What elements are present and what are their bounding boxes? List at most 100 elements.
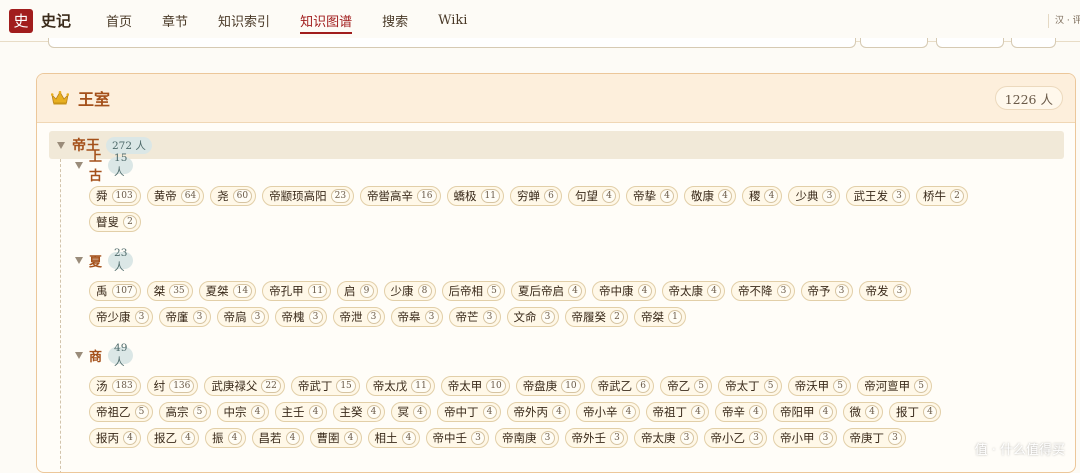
- site-logo[interactable]: 史: [9, 8, 33, 33]
- subgroup-header[interactable]: 夏 23 人: [75, 247, 134, 273]
- person-chip[interactable]: 帝履癸 2: [564, 307, 628, 327]
- collapse-triangle-icon[interactable]: [75, 351, 83, 359]
- person-chip[interactable]: 昌若 4: [251, 428, 304, 448]
- person-chip[interactable]: 高宗 5: [158, 402, 211, 422]
- nav-item-4[interactable]: 搜索: [382, 0, 408, 42]
- person-chip[interactable]: 报丙 4: [89, 428, 141, 448]
- person-chip[interactable]: 帝祖丁 4: [645, 402, 709, 422]
- person-chip[interactable]: 帝外壬 3: [564, 428, 628, 448]
- person-chip[interactable]: 句望 4: [567, 186, 620, 206]
- person-chip[interactable]: 帝河亶甲 5: [857, 376, 933, 396]
- person-chip[interactable]: 相土 4: [367, 428, 420, 448]
- person-chip[interactable]: 帝廑 3: [158, 307, 211, 327]
- person-chip[interactable]: 尧 60: [210, 186, 257, 206]
- person-chip[interactable]: 帝中康 4: [592, 281, 656, 301]
- person-chip[interactable]: 帝扃 3: [216, 307, 269, 327]
- person-chip[interactable]: 帝不降 3: [731, 281, 795, 301]
- person-chip[interactable]: 稷4: [741, 186, 783, 206]
- person-chip[interactable]: 穷蝉 6: [509, 186, 562, 206]
- person-chip[interactable]: 帝沃甲 5: [787, 376, 852, 396]
- person-chip[interactable]: 夏桀 14: [198, 281, 257, 301]
- person-chip[interactable]: 帝祖乙 5: [89, 402, 153, 422]
- person-chip[interactable]: 曹圉 4: [309, 428, 362, 448]
- nav-item-1[interactable]: 章节: [162, 0, 188, 42]
- person-chip[interactable]: 帝武乙 6: [590, 376, 655, 396]
- person-chip[interactable]: 帝泄 3: [332, 307, 385, 327]
- person-chip[interactable]: 汤 183: [89, 376, 141, 396]
- person-chip[interactable]: 少典 3: [788, 186, 841, 206]
- person-chip[interactable]: 帝发 3: [858, 281, 911, 301]
- collapse-triangle-icon[interactable]: [75, 256, 83, 264]
- mention-count: 11: [307, 284, 328, 298]
- person-chip[interactable]: 帝南庚 3: [495, 428, 559, 448]
- person-chip[interactable]: 帝中丁 4: [437, 402, 501, 422]
- person-chip[interactable]: 帝槐 3: [274, 307, 327, 327]
- person-chip[interactable]: 帝阳甲 4: [773, 402, 837, 422]
- person-chip[interactable]: 帝中壬 3: [425, 428, 489, 448]
- card-header[interactable]: 王室 1226 人: [37, 74, 1075, 123]
- person-chip[interactable]: 帝小辛 4: [576, 402, 640, 422]
- reset-button[interactable]: [1011, 38, 1056, 48]
- person-chip[interactable]: 少康 8: [383, 281, 436, 301]
- language-toggle[interactable]: 汉 · 评: [1048, 14, 1080, 28]
- subgroup-header[interactable]: 上古 15 人: [75, 150, 134, 184]
- person-chip[interactable]: 帝喾高辛 16: [360, 186, 441, 206]
- person-chip[interactable]: 振4: [205, 428, 246, 448]
- person-chip[interactable]: 帝盘庚 10: [515, 376, 585, 396]
- person-chip[interactable]: 瞽叟 2: [89, 212, 141, 232]
- nav-item-5[interactable]: Wiki: [438, 0, 467, 42]
- person-chip[interactable]: 帝太甲 10: [440, 376, 510, 396]
- person-chip[interactable]: 武王发 3: [846, 186, 910, 206]
- site-title[interactable]: 史记: [41, 10, 71, 31]
- person-chip[interactable]: 帝桀 1: [634, 307, 686, 327]
- person-chip[interactable]: 帝外丙 4: [506, 402, 570, 422]
- person-chip[interactable]: 桀 35: [146, 281, 193, 301]
- person-chip[interactable]: 武庚禄父 22: [204, 376, 285, 396]
- person-chip[interactable]: 帝太戊 11: [365, 376, 435, 396]
- filter-button[interactable]: [860, 38, 928, 48]
- person-chip[interactable]: 主壬 4: [274, 402, 327, 422]
- person-chip[interactable]: 报乙 4: [147, 428, 199, 448]
- sort-button[interactable]: [936, 38, 1004, 48]
- person-chip[interactable]: 蟜极 11: [446, 186, 504, 206]
- person-chip[interactable]: 帝挚 4: [625, 186, 678, 206]
- person-chip[interactable]: 帝武丁 15: [290, 376, 360, 396]
- person-chip[interactable]: 帝太康 4: [661, 281, 726, 301]
- person-chip[interactable]: 帝孔甲 11: [262, 281, 332, 301]
- collapse-triangle-icon[interactable]: [57, 141, 65, 149]
- person-chip[interactable]: 冥4: [390, 402, 431, 422]
- person-chip[interactable]: 帝乙 5: [660, 376, 713, 396]
- person-chip[interactable]: 后帝相 5: [441, 281, 506, 301]
- person-chip[interactable]: 禹 107: [89, 281, 141, 301]
- person-chip[interactable]: 帝太庚 3: [634, 428, 698, 448]
- person-chip[interactable]: 帝辛 4: [715, 402, 767, 422]
- person-chip[interactable]: 启9: [337, 281, 378, 301]
- person-chip[interactable]: 帝芒 3: [448, 307, 501, 327]
- person-chip[interactable]: 中宗 4: [216, 402, 269, 422]
- person-chip[interactable]: 舜 103: [89, 186, 141, 206]
- person-chip[interactable]: 主癸 4: [332, 402, 385, 422]
- person-chip[interactable]: 纣 136: [146, 376, 199, 396]
- nav-item-3[interactable]: 知识图谱: [300, 0, 353, 42]
- search-input[interactable]: [48, 38, 856, 48]
- person-chip[interactable]: 敬康 4: [683, 186, 736, 206]
- category-row-emperors[interactable]: 帝王 272 人: [49, 131, 1064, 159]
- subgroup-header[interactable]: 商 49 人: [75, 342, 134, 368]
- person-chip[interactable]: 帝小甲 3: [773, 428, 837, 448]
- person-chip[interactable]: 帝太丁 5: [718, 376, 782, 396]
- person-chip[interactable]: 桥牛 2: [915, 186, 968, 206]
- person-chip[interactable]: 帝少康 3: [89, 307, 153, 327]
- person-chip[interactable]: 帝庚丁 3: [842, 428, 906, 448]
- collapse-triangle-icon[interactable]: [75, 161, 83, 169]
- person-chip[interactable]: 夏后帝启 4: [511, 281, 587, 301]
- person-chip[interactable]: 帝予 3: [800, 281, 853, 301]
- person-chip[interactable]: 帝皋 3: [390, 307, 443, 327]
- person-chip[interactable]: 微4: [842, 402, 883, 422]
- nav-item-0[interactable]: 首页: [106, 0, 132, 42]
- person-chip[interactable]: 帝小乙 3: [703, 428, 767, 448]
- person-chip[interactable]: 帝颛顼高阳 23: [262, 186, 355, 206]
- nav-item-2[interactable]: 知识索引: [218, 0, 270, 42]
- person-chip[interactable]: 黄帝 64: [146, 186, 205, 206]
- person-chip[interactable]: 报丁 4: [889, 402, 941, 422]
- person-chip[interactable]: 文命 3: [506, 307, 559, 327]
